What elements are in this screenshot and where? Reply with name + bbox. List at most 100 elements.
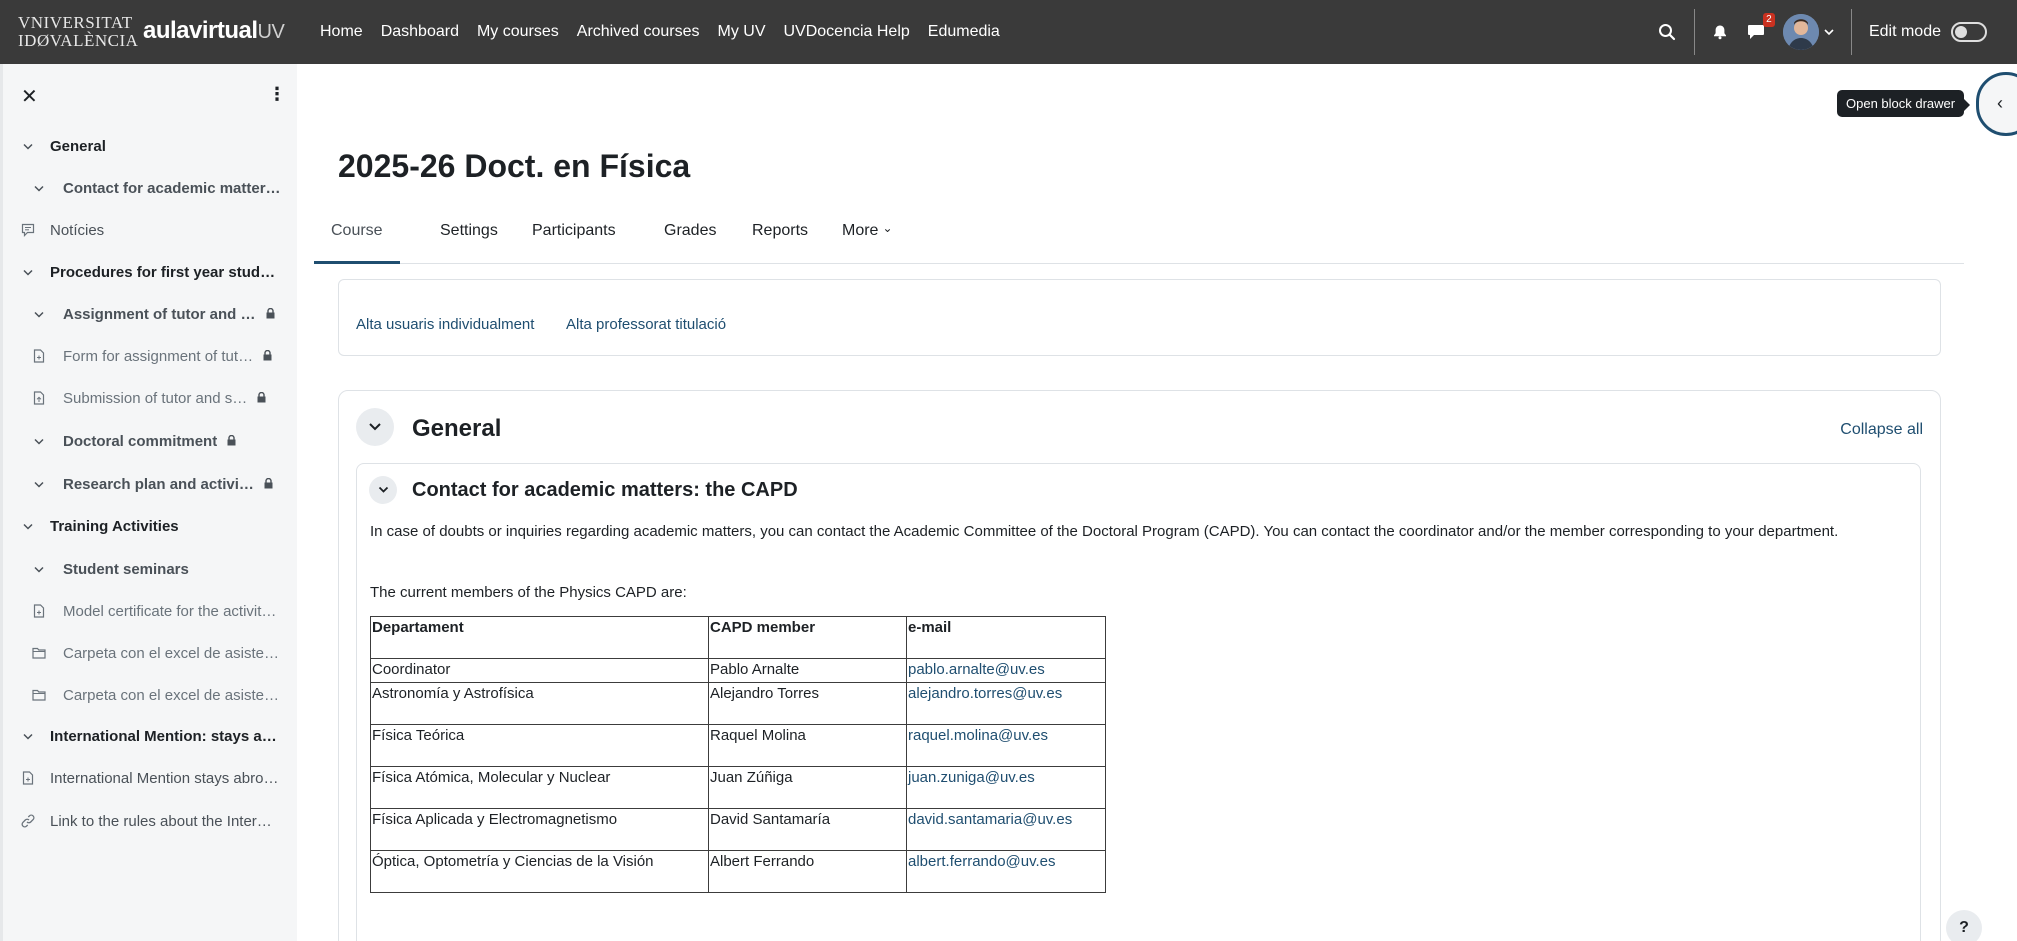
tab-course[interactable]: Course [314, 210, 400, 264]
table-row: Coordinator Pablo Arnalte pablo.arnalte@uv… [370, 658, 1106, 683]
course-index-item-label: Student seminars [63, 560, 189, 578]
universitat-valencia-logo[interactable]: VNIVERSITAT IDØVALÈNCIA [18, 13, 138, 51]
chevron-down-icon[interactable] [32, 181, 46, 195]
edit-mode-toggle[interactable] [1951, 22, 1987, 42]
cell-departament: Astronomía y Astrofísica [370, 682, 709, 725]
file-icon [21, 771, 35, 785]
cell-capd-member: Juan Zúñiga [708, 766, 907, 809]
email-link[interactable]: alejandro.torres@uv.es [908, 685, 1062, 702]
tab-participants[interactable]: Participants [515, 210, 633, 264]
course-index-item[interactable]: General [3, 126, 297, 166]
chevron-down-icon[interactable] [21, 519, 35, 533]
aulavirtual-logo-suffix: UV [257, 21, 285, 43]
tab-settings[interactable]: Settings [423, 210, 515, 264]
course-index-item[interactable]: Carpeta con el excel de asiste… [3, 675, 297, 715]
tab-reports[interactable]: Reports [735, 210, 825, 264]
help-button[interactable]: ? [1946, 910, 1982, 941]
nav-archived-courses[interactable]: Archived courses [568, 0, 709, 64]
email-link[interactable]: albert.ferrando@uv.es [908, 853, 1056, 870]
chevron-down-icon[interactable] [32, 477, 46, 491]
course-index-item[interactable]: Submission of tutor and s… [3, 378, 297, 418]
open-block-drawer-tooltip: Open block drawer [1837, 90, 1971, 117]
drawer-options-kebab-icon[interactable]: ⋮ [268, 84, 286, 105]
subsection-title: Contact for academic matters: the CAPD [412, 479, 798, 501]
course-index-item-label: Research plan and activi… [63, 475, 254, 493]
folder-icon [32, 646, 46, 660]
cell-email: raquel.molina@uv.es [906, 724, 1106, 767]
capd-table-body: Coordinator Pablo Arnalte pablo.arnalte@uv… [370, 658, 1106, 893]
course-index-item[interactable]: Form for assignment of tut… [3, 336, 297, 376]
course-index-item-label: Submission of tutor and s… [63, 389, 248, 407]
course-index-item[interactable]: International Mention stays abro… [3, 758, 297, 798]
nav-edumedia[interactable]: Edumedia [919, 0, 1009, 64]
user-menu-chevron-down-icon[interactable] [1821, 19, 1837, 45]
course-index-item[interactable]: Research plan and activi… [3, 464, 297, 504]
course-index-item-label: Doctoral commitment [63, 432, 218, 450]
nav-my-uv[interactable]: My UV [708, 0, 774, 64]
email-link[interactable]: david.santamaria@uv.es [908, 811, 1072, 828]
close-drawer-icon[interactable]: ✕ [21, 84, 38, 109]
table-row: Física Teórica Raquel Molina raquel.molina… [370, 724, 1106, 767]
aulavirtual-logo-main: aulavirtual [143, 17, 258, 44]
cell-capd-member: Raquel Molina [708, 724, 907, 767]
cell-capd-member: Alejandro Torres [708, 682, 907, 725]
course-index-item-label: International Mention: stays a… [50, 727, 277, 745]
cell-email: david.santamaria@uv.es [906, 808, 1106, 851]
nav-home[interactable]: Home [311, 0, 372, 64]
subsection-contact-capd: Contact for academic matters: the CAPD I… [356, 463, 1921, 941]
chevron-down-icon[interactable] [32, 307, 46, 321]
custom-links-box: Alta usuaris individualment Alta profess… [338, 279, 1941, 356]
link-alta-usuaris-individualment[interactable]: Alta usuaris individualment [356, 316, 534, 333]
user-avatar[interactable] [1782, 14, 1819, 50]
drawer-header: ✕ ⋮ [3, 64, 297, 126]
email-link[interactable]: juan.zuniga@uv.es [908, 769, 1035, 786]
search-icon[interactable] [1654, 19, 1680, 45]
chevron-down-icon[interactable] [32, 562, 46, 576]
subsection-collapse-chevron-icon[interactable] [369, 476, 397, 504]
course-secondary-navigation: Course Settings Participants Grades Repo… [314, 210, 1964, 264]
tab-more-dropdown[interactable]: More [825, 210, 910, 264]
chevron-down-icon[interactable] [21, 139, 35, 153]
course-index-item[interactable]: Assignment of tutor and … [3, 294, 297, 334]
course-index-item[interactable]: Carpeta con el excel de asiste… [3, 633, 297, 673]
cell-capd-member: David Santamaría [708, 808, 907, 851]
messages-icon[interactable]: 2 [1743, 13, 1775, 45]
open-block-drawer-button[interactable]: ‹ [1976, 72, 2017, 136]
messages-count-badge: 2 [1762, 13, 1775, 27]
nav-uvdocencia-help[interactable]: UVDocencia Help [774, 0, 918, 64]
section-collapse-chevron-icon[interactable] [356, 408, 394, 446]
lock-icon [227, 434, 236, 449]
table-row: Óptica, Optometría y Ciencias de la Visi… [370, 850, 1106, 893]
course-index-item[interactable]: Model certificate for the activit… [3, 591, 297, 631]
course-index-item[interactable]: Doctoral commitment [3, 421, 297, 461]
cell-email: juan.zuniga@uv.es [906, 766, 1106, 809]
course-index-item[interactable]: Link to the rules about the Inter… [3, 801, 297, 841]
tab-grades[interactable]: Grades [647, 210, 733, 264]
upload-icon [32, 391, 46, 405]
collapse-all-link[interactable]: Collapse all [1840, 421, 1923, 439]
cell-capd-member: Albert Ferrando [708, 850, 907, 893]
notifications-bell-icon[interactable] [1707, 19, 1733, 45]
course-index-item[interactable]: Procedures for first year stud… [3, 252, 297, 292]
nav-my-courses[interactable]: My courses [468, 0, 568, 64]
navbar-divider [1693, 9, 1695, 55]
email-link[interactable]: raquel.molina@uv.es [908, 727, 1048, 744]
chevron-left-icon: ‹ [1997, 93, 2003, 113]
header-capd-member: CAPD member [708, 616, 907, 659]
aulavirtual-logo[interactable]: aulavirtualUV [143, 17, 285, 45]
course-index-item-label: Procedures for first year stud… [50, 263, 276, 281]
chevron-down-icon[interactable] [32, 434, 46, 448]
nav-dashboard[interactable]: Dashboard [372, 0, 468, 64]
course-index-item[interactable]: Contact for academic matter… [3, 168, 297, 208]
course-index-item[interactable]: Notícies [3, 210, 297, 250]
capd-members-table: Departament CAPD member e-mail Coordinat… [370, 616, 1106, 893]
lock-icon [264, 477, 273, 492]
link-alta-professorat-titulacio[interactable]: Alta professorat titulació [566, 316, 726, 333]
course-index-item[interactable]: International Mention: stays a… [3, 716, 297, 756]
course-index-item[interactable]: Student seminars [3, 549, 297, 589]
email-link[interactable]: pablo.arnalte@uv.es [908, 661, 1045, 678]
course-index-item[interactable]: Training Activities [3, 506, 297, 546]
course-index-item-label: Carpeta con el excel de asiste… [63, 644, 279, 662]
chevron-down-icon[interactable] [21, 729, 35, 743]
chevron-down-icon[interactable] [21, 265, 35, 279]
